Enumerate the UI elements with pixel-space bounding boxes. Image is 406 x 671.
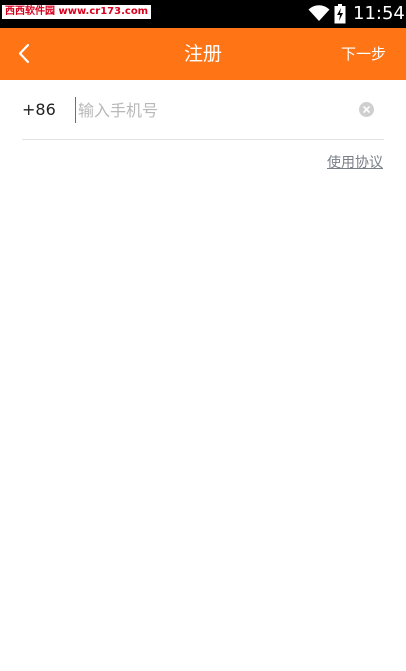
status-bar: 西西软件园 www.cr173.com 11:54	[0, 0, 406, 28]
wifi-icon	[308, 4, 330, 22]
phone-input[interactable]	[75, 97, 348, 123]
clear-circle-icon[interactable]	[359, 102, 374, 117]
status-time: 11:54	[353, 3, 405, 24]
back-button[interactable]	[12, 40, 40, 68]
chevron-left-icon	[18, 43, 30, 64]
battery-charging-icon	[334, 4, 346, 24]
watermark-banner: 西西软件园 www.cr173.com	[2, 5, 152, 19]
phone-input-row: +86	[22, 80, 384, 140]
user-agreement-link[interactable]: 使用协议	[327, 152, 383, 172]
register-screen: 西西软件园 www.cr173.com 11:54 注册 下一步 +86 输入手…	[0, 0, 406, 671]
next-step-button[interactable]: 下一步	[341, 28, 386, 80]
app-bar: 注册 下一步	[0, 28, 406, 80]
country-code[interactable]: +86	[22, 80, 56, 139]
